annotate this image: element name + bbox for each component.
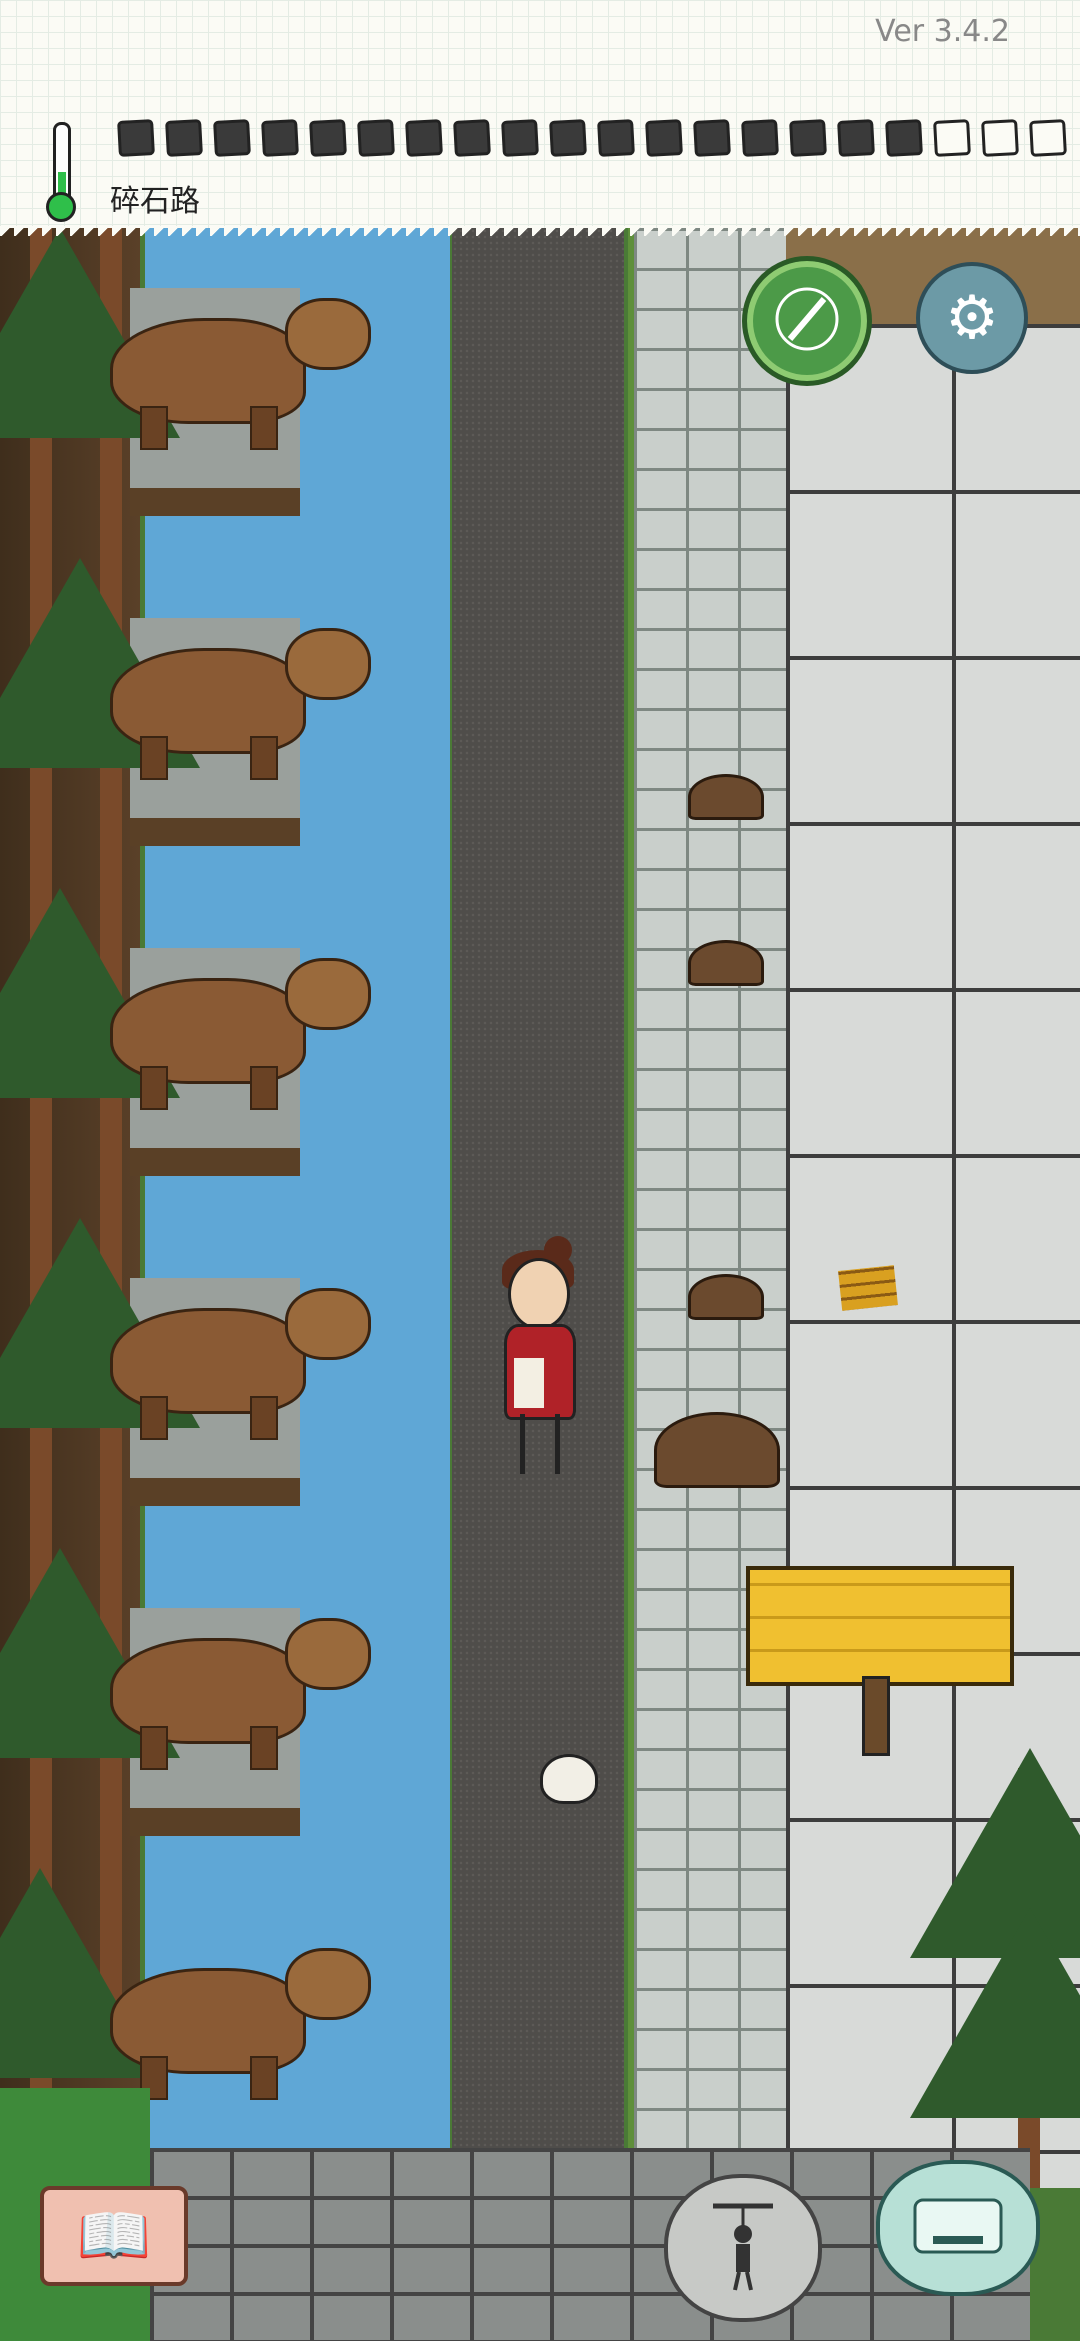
hunger-pip-filled	[597, 119, 635, 157]
hunger-pip-filled	[885, 119, 923, 157]
hunger-pip-filled	[453, 119, 491, 157]
status-header: Ver 3.4.2 碎石路	[0, 0, 1080, 236]
bear[interactable]	[110, 1938, 371, 2100]
hunger-pip-empty	[1029, 119, 1067, 157]
skull[interactable]	[540, 1754, 598, 1804]
hunger-pip-filled	[501, 119, 539, 157]
hunger-pip-filled	[741, 119, 779, 157]
hunger-pip-filled	[357, 119, 395, 157]
settings-button[interactable]: ⚙	[916, 262, 1028, 374]
hunger-pip-filled	[645, 119, 683, 157]
hunger-pip-filled	[213, 119, 251, 157]
hunger-pip-filled	[837, 119, 875, 157]
game-world[interactable]	[0, 228, 1080, 2341]
gear-icon: ⚙	[945, 283, 999, 353]
hunger-pip-filled	[261, 119, 299, 157]
compass-quill-icon	[772, 284, 842, 358]
hunger-pip-filled	[165, 119, 203, 157]
thermometer-icon	[46, 122, 76, 222]
player-character[interactable]	[500, 1236, 580, 1488]
bear[interactable]	[110, 1608, 371, 1770]
wooden-sign[interactable]	[746, 1566, 1014, 1686]
hunger-pip-filled	[549, 119, 587, 157]
bear[interactable]	[110, 618, 371, 780]
bear[interactable]	[110, 288, 371, 450]
location-label: 碎石路	[110, 184, 200, 219]
dirt-mound[interactable]	[654, 1412, 780, 1488]
puppet-icon	[703, 2196, 783, 2300]
hunger-bar	[117, 119, 1067, 157]
bear[interactable]	[110, 948, 371, 1110]
tree-trunk	[100, 228, 122, 2028]
journal-button[interactable]: 📖	[40, 2186, 188, 2286]
dirt-mound[interactable]	[688, 940, 764, 986]
dirt-mound[interactable]	[688, 1274, 764, 1320]
river	[145, 228, 450, 2158]
sign-post	[862, 1676, 890, 1756]
keyboard-button[interactable]	[876, 2160, 1040, 2296]
hunger-pip-filled	[117, 119, 155, 157]
gravel-road[interactable]	[452, 228, 624, 2188]
puppet-button[interactable]	[664, 2174, 822, 2322]
craft-button[interactable]	[742, 256, 872, 386]
cobblestone-wall	[628, 228, 792, 2188]
hunger-pip-empty	[981, 119, 1019, 157]
open-book-icon: 📖	[76, 2201, 152, 2271]
bear[interactable]	[110, 1278, 371, 1440]
hunger-pip-filled	[789, 119, 827, 157]
hunger-pip-empty	[933, 119, 971, 157]
hunger-pip-filled	[693, 119, 731, 157]
version-label: Ver 3.4.2	[875, 14, 1010, 49]
firewood-pile[interactable]	[838, 1265, 898, 1311]
hunger-pip-filled	[309, 119, 347, 157]
dirt-mound[interactable]	[688, 774, 764, 820]
keyboard-icon	[913, 2198, 1003, 2258]
pine-tree	[910, 1908, 1080, 2118]
hunger-pip-filled	[405, 119, 443, 157]
